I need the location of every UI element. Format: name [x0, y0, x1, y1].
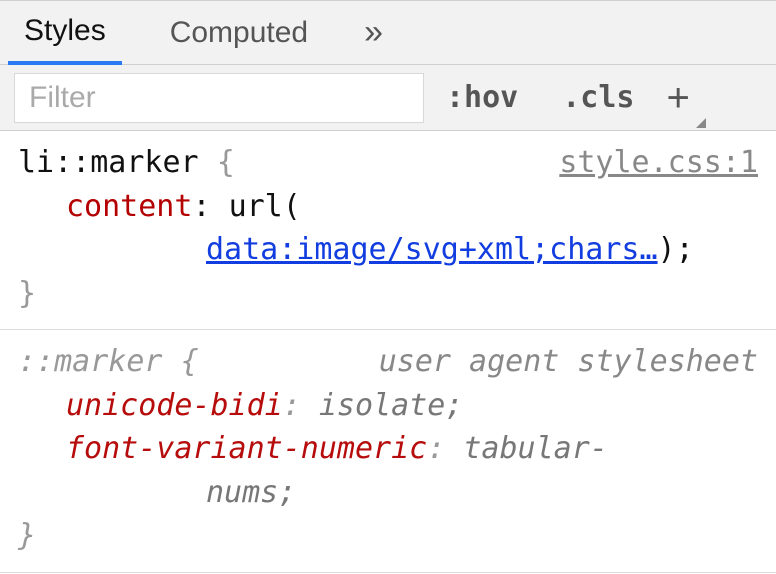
css-rule-ua: ::marker { user agent stylesheet unicode…	[0, 330, 776, 573]
css-value-wrap: nums;	[66, 471, 296, 515]
css-property: content	[66, 189, 192, 224]
css-value: url(	[229, 189, 301, 224]
css-declaration: font-variant-numeric: tabular- nums;	[18, 427, 758, 514]
hov-toggle[interactable]: :hov	[424, 80, 540, 115]
close-brace: }	[18, 514, 758, 558]
filter-input[interactable]	[14, 73, 424, 123]
cls-toggle[interactable]: .cls	[540, 80, 656, 115]
styles-toolbar: :hov .cls +	[0, 65, 776, 131]
new-rule-button[interactable]: +	[657, 78, 708, 118]
tab-overflow[interactable]: »	[356, 13, 391, 52]
css-declaration[interactable]: content: url( data:image/svg+xml;chars…)…	[18, 185, 758, 272]
css-property: font-variant-numeric	[66, 431, 427, 466]
rule-source-link[interactable]: style.css:1	[559, 141, 758, 185]
rule-selector: ::marker	[18, 344, 163, 379]
tab-styles[interactable]: Styles	[8, 2, 122, 65]
url-link[interactable]: data:image/svg+xml;chars…	[66, 228, 658, 272]
css-rule: li::marker { style.css:1 content: url( d…	[0, 131, 776, 330]
rule-selector[interactable]: li::marker	[18, 145, 199, 180]
css-property: unicode-bidi	[66, 388, 283, 423]
styles-panel-tabbar: Styles Computed »	[0, 1, 776, 65]
close-brace: }	[18, 272, 758, 316]
css-declaration: unicode-bidi: isolate;	[18, 384, 758, 428]
rule-source-ua: user agent stylesheet	[379, 340, 758, 384]
tab-computed[interactable]: Computed	[154, 1, 324, 64]
